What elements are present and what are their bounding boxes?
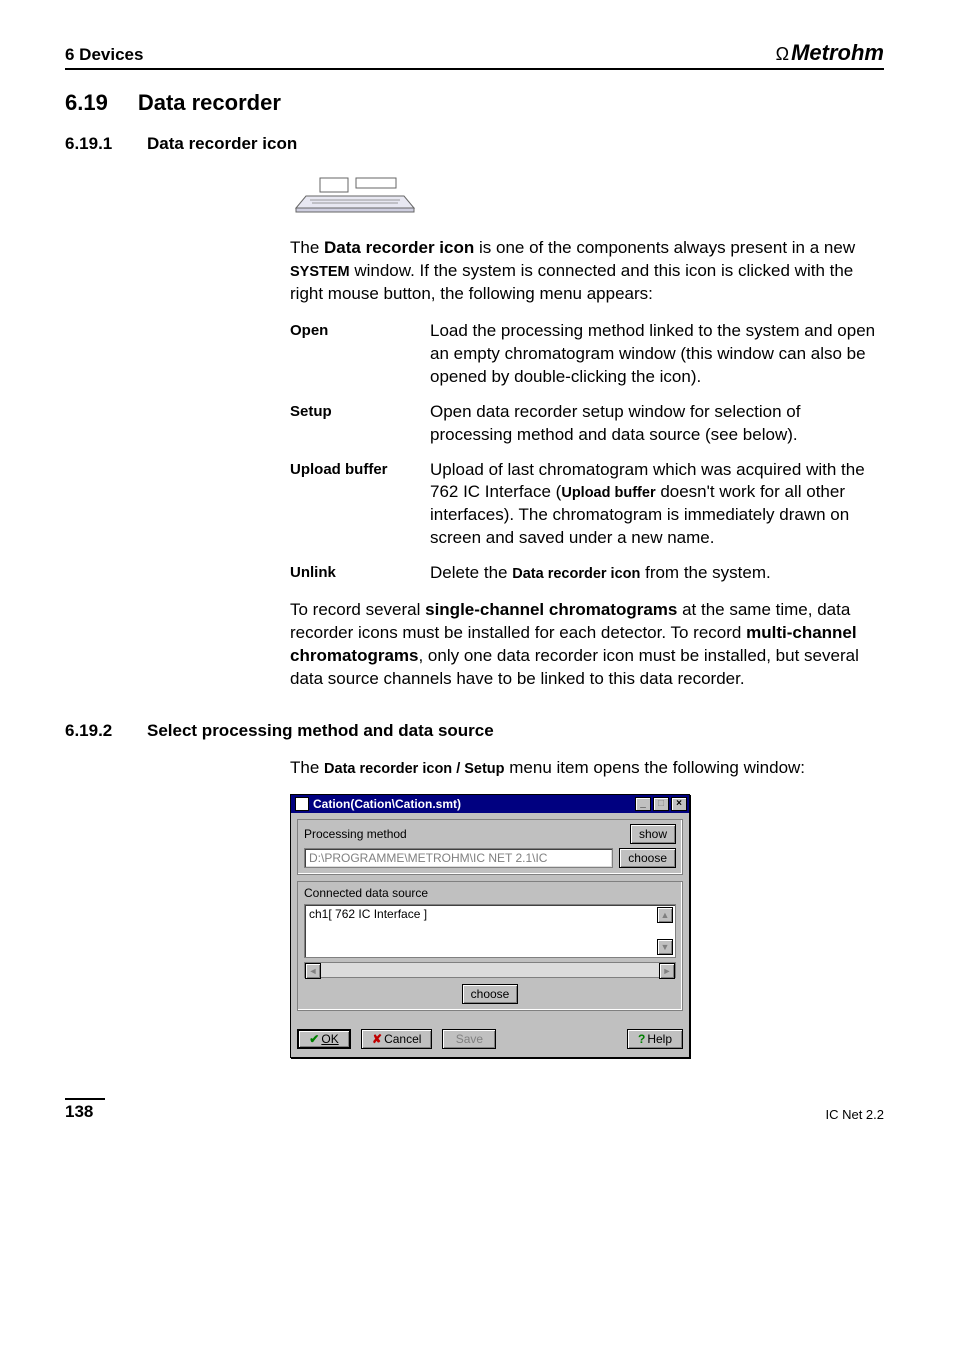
- omega-icon: Ω: [776, 44, 789, 64]
- processing-method-group: Processing method show D:\PROGRAMME\METR…: [297, 819, 683, 875]
- def-term: Unlink: [290, 562, 430, 581]
- pm-label: Processing method: [304, 827, 624, 841]
- ds-listbox[interactable]: ch1[ 762 IC Interface ] ▲ ▼: [304, 904, 676, 958]
- page-header: 6 Devices ΩMetrohm: [65, 40, 884, 70]
- trailing-paragraph: To record several single-channel chromat…: [290, 599, 884, 691]
- subsection-heading-1: 6.19.1Data recorder icon: [65, 134, 884, 154]
- def-desc: Load the processing method linked to the…: [430, 320, 884, 389]
- setup-dialog: Cation(Cation\Cation.smt) _ □ × Processi…: [290, 794, 690, 1058]
- def-row: Setup Open data recorder setup window fo…: [290, 401, 884, 447]
- page-number: 138: [65, 1098, 105, 1122]
- def-term: Upload buffer: [290, 459, 430, 478]
- intro2-paragraph: The Data recorder icon / Setup menu item…: [290, 757, 884, 780]
- show-button[interactable]: show: [630, 824, 676, 844]
- scroll-left-icon[interactable]: ◄: [305, 963, 321, 979]
- choose-ds-button[interactable]: choose: [462, 984, 519, 1004]
- intro-paragraph: The Data recorder icon is one of the com…: [290, 237, 884, 306]
- def-row: Upload buffer Upload of last chromatogra…: [290, 459, 884, 551]
- data-source-group: Connected data source ch1[ 762 IC Interf…: [297, 881, 683, 1011]
- scroll-down-icon[interactable]: ▼: [657, 939, 673, 955]
- def-term: Open: [290, 320, 430, 339]
- dialog-titlebar[interactable]: Cation(Cation\Cation.smt) _ □ ×: [291, 795, 689, 813]
- def-row: Unlink Delete the Data recorder icon fro…: [290, 562, 884, 585]
- definition-list: Open Load the processing method linked t…: [290, 320, 884, 585]
- def-desc: Open data recorder setup window for sele…: [430, 401, 884, 447]
- def-term: Setup: [290, 401, 430, 420]
- def-row: Open Load the processing method linked t…: [290, 320, 884, 389]
- def-desc: Delete the Data recorder icon from the s…: [430, 562, 884, 585]
- check-icon: ✔: [309, 1032, 319, 1046]
- subsection-heading-2: 6.19.2Select processing method and data …: [65, 721, 884, 741]
- ds-label: Connected data source: [304, 886, 676, 900]
- chapter-label: 6 Devices: [65, 45, 143, 65]
- dialog-title: Cation(Cation\Cation.smt): [313, 797, 633, 811]
- ds-item[interactable]: ch1[ 762 IC Interface ]: [309, 907, 427, 921]
- question-icon: ?: [638, 1032, 645, 1046]
- def-desc: Upload of last chromatogram which was ac…: [430, 459, 884, 551]
- help-button[interactable]: ?Help: [627, 1029, 683, 1049]
- cancel-button[interactable]: ✘Cancel: [361, 1029, 432, 1049]
- minimize-icon[interactable]: _: [635, 797, 651, 811]
- page-footer: 138 IC Net 2.2: [65, 1098, 884, 1122]
- section-heading: 6.19Data recorder: [65, 90, 884, 116]
- ok-button[interactable]: ✔OK: [297, 1029, 351, 1049]
- brand-logo: ΩMetrohm: [776, 40, 884, 66]
- scroll-right-icon[interactable]: ►: [659, 963, 675, 979]
- choose-pm-button[interactable]: choose: [619, 848, 676, 868]
- close-icon[interactable]: ×: [671, 797, 687, 811]
- product-name: IC Net 2.2: [825, 1107, 884, 1122]
- maximize-icon[interactable]: □: [653, 797, 669, 811]
- app-icon: [295, 797, 309, 811]
- scroll-up-icon[interactable]: ▲: [657, 907, 673, 923]
- dialog-footer: ✔OK ✘Cancel Save ?Help: [291, 1023, 689, 1057]
- x-icon: ✘: [372, 1032, 382, 1046]
- data-recorder-icon: [290, 170, 884, 219]
- pm-path-field: D:\PROGRAMME\METROHM\IC NET 2.1\IC: [304, 848, 613, 868]
- save-button[interactable]: Save: [442, 1029, 496, 1049]
- horizontal-scrollbar[interactable]: ◄ ►: [304, 962, 676, 978]
